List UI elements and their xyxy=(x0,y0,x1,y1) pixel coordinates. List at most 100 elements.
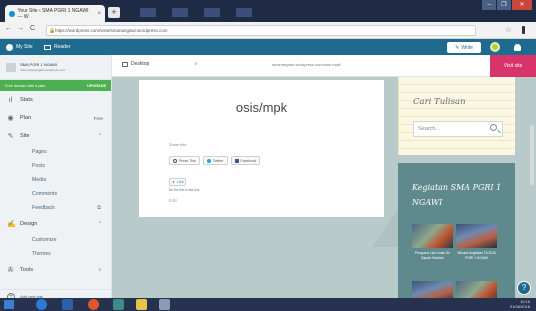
my-site-button[interactable]: My Site xyxy=(6,39,33,55)
sidebar-item-pages[interactable]: Pages xyxy=(0,145,111,159)
post-card: osis/mpk Share this: Press This Twitter … xyxy=(139,80,384,217)
share-label: Share this: xyxy=(169,143,188,147)
close-window-button[interactable]: ✕ xyxy=(512,0,532,10)
design-icon: ✍ xyxy=(7,220,16,228)
sidebar-item-stats[interactable]: ıl Stats xyxy=(0,91,111,109)
thumbnail-2 xyxy=(172,8,188,17)
site-thumbnail xyxy=(6,62,16,72)
internet-explorer-icon[interactable] xyxy=(36,299,47,310)
upgrade-button[interactable]: UPGRADE xyxy=(87,84,106,88)
post-title: osis/mpk xyxy=(235,100,288,115)
search-input[interactable]: Search... xyxy=(413,121,503,137)
sidebar-item-media[interactable]: Media xyxy=(0,173,111,187)
write-label: Write xyxy=(461,44,473,51)
device-label: Desktop xyxy=(131,61,150,67)
like-button[interactable]: ★ Like xyxy=(169,178,186,186)
search-icon[interactable] xyxy=(490,124,497,131)
upgrade-text: Free domain with a plan xyxy=(5,83,46,88)
forward-button[interactable]: → xyxy=(17,25,24,32)
user-avatar[interactable] xyxy=(490,42,500,52)
system-tray-clock[interactable]: 10:18 01/06/2018 xyxy=(509,299,530,309)
twitter-button[interactable]: Twitter xyxy=(202,156,228,165)
sidebar-item-themes[interactable]: Themes xyxy=(0,247,111,261)
sidebar-item-design[interactable]: ✍ Design ^ xyxy=(0,215,111,233)
write-button[interactable]: ✎ Write xyxy=(447,42,481,53)
chrome-icon[interactable] xyxy=(113,299,124,310)
thumbnail-4 xyxy=(236,8,252,17)
reader-button[interactable]: Reader xyxy=(44,39,70,55)
chevron-down-icon: v xyxy=(194,61,197,67)
clock-date: 01/06/2018 xyxy=(509,303,530,309)
preview-scrollbar[interactable] xyxy=(530,125,534,185)
chevron-up-icon[interactable]: ^ xyxy=(99,221,101,227)
sidebar-item-site[interactable]: ✎ Site ^ xyxy=(0,127,111,145)
tab-title: Your Site ‹ SMA PGRI 1 NGAWI — W xyxy=(17,7,89,20)
share-buttons: Press This Twitter Facebook xyxy=(169,156,261,165)
sidebar-item-comments[interactable]: Comments xyxy=(0,187,111,201)
plan-icon: ◉ xyxy=(7,114,14,122)
share-button-label: Twitter xyxy=(212,158,224,163)
url-input[interactable]: 🔒 https://wordpress.com/view/smanangawi.… xyxy=(46,25,476,36)
lock-icon: 🔒 xyxy=(49,28,56,34)
browser-tab-bar: Your Site ‹ SMA PGRI 1 NGAWI — W × + – ❐… xyxy=(0,0,536,22)
notifications-bell-icon[interactable] xyxy=(514,44,521,51)
device-selector[interactable]: Desktop v xyxy=(122,61,197,67)
sidebar-item-customize[interactable]: Customize xyxy=(0,233,111,247)
site-preview: osis/mpk Share this: Press This Twitter … xyxy=(112,77,536,311)
browser-menu-icon[interactable] xyxy=(520,26,526,34)
help-button[interactable]: ? xyxy=(517,281,531,295)
tools-icon: ✇ xyxy=(7,266,14,274)
twitter-icon xyxy=(206,158,211,163)
new-tab-button[interactable]: + xyxy=(108,7,120,18)
tab-close-icon[interactable]: × xyxy=(97,11,101,17)
sidebar-item-label: Stats xyxy=(20,97,33,103)
press-this-button[interactable]: Press This xyxy=(169,156,200,165)
reader-icon xyxy=(44,44,51,50)
facebook-button[interactable]: Facebook xyxy=(230,156,261,165)
preview-url: smanangawi.wordpress.com/osis-mpk/ xyxy=(272,62,341,67)
search-widget-title: Cari Tulisan xyxy=(413,97,466,107)
site-card[interactable]: SMA PGRI 1 NGAWI View smanangawi.wordpre… xyxy=(0,55,111,80)
photo-caption: Pengurus Lab Lintas Se Bapak Sekolah xyxy=(414,251,451,260)
activities-widget-title: Kegiatan SMA PGRI 1 NGAWI xyxy=(412,183,502,207)
upgrade-banner[interactable]: Free domain with a plan UPGRADE xyxy=(0,80,111,91)
reload-button[interactable]: C xyxy=(30,25,35,32)
wordpress-icon xyxy=(173,158,177,163)
activity-photo[interactable] xyxy=(412,224,453,248)
sidebar-item-tools[interactable]: ✇ Tools v xyxy=(0,261,111,279)
chevron-up-icon[interactable]: ^ xyxy=(99,133,101,139)
chevron-down-icon[interactable]: v xyxy=(99,267,102,273)
search-widget: Cari Tulisan Search... xyxy=(398,77,515,155)
plan-free-badge: Free xyxy=(93,115,103,121)
like-first-text: Be the first to like this. xyxy=(169,188,201,192)
windows-start-icon[interactable] xyxy=(4,300,14,309)
minimize-button[interactable]: – xyxy=(482,0,496,10)
site-url: View smanangawi.wordpress.com xyxy=(20,68,66,72)
my-site-label: My Site xyxy=(16,44,33,50)
wordpress-favicon-icon xyxy=(9,10,15,17)
folder-icon[interactable] xyxy=(136,299,147,310)
sidebar-item-plan[interactable]: ◉ Plan Free xyxy=(0,109,111,127)
maximize-button[interactable]: ❐ xyxy=(497,0,511,10)
sidebar: SMA PGRI 1 NGAWI View smanangawi.wordpre… xyxy=(0,55,112,311)
wordpress-logo-icon xyxy=(6,43,13,51)
sidebar-item-posts[interactable]: Posts xyxy=(0,159,111,173)
thumbnail-1 xyxy=(140,8,156,17)
like-label: Like xyxy=(177,180,184,184)
app-icon[interactable] xyxy=(62,299,73,310)
visit-site-button[interactable]: Visit site xyxy=(490,55,536,77)
activity-photo[interactable] xyxy=(456,224,497,248)
sidebar-item-feedback[interactable]: Feedback ⧉ xyxy=(0,201,111,215)
preview-toolbar: Desktop v smanangawi.wordpress.com/osis-… xyxy=(112,55,536,77)
pencil-icon: ✎ xyxy=(7,132,14,140)
bookmark-star-icon[interactable]: ☆ xyxy=(505,25,512,34)
edit-link[interactable]: Edit xyxy=(169,198,177,203)
back-button[interactable]: ← xyxy=(5,25,12,32)
media-player-icon[interactable] xyxy=(88,299,99,310)
activity-captions: Pengurus Lab Lintas Se Bapak Sekolah Wis… xyxy=(412,251,497,261)
write-icon: ✎ xyxy=(455,44,460,51)
external-link-icon: ⧉ xyxy=(97,205,101,211)
app-icon[interactable] xyxy=(159,299,170,310)
browser-tab[interactable]: Your Site ‹ SMA PGRI 1 NGAWI — W × xyxy=(5,5,105,22)
window-thumbnails xyxy=(140,8,280,18)
